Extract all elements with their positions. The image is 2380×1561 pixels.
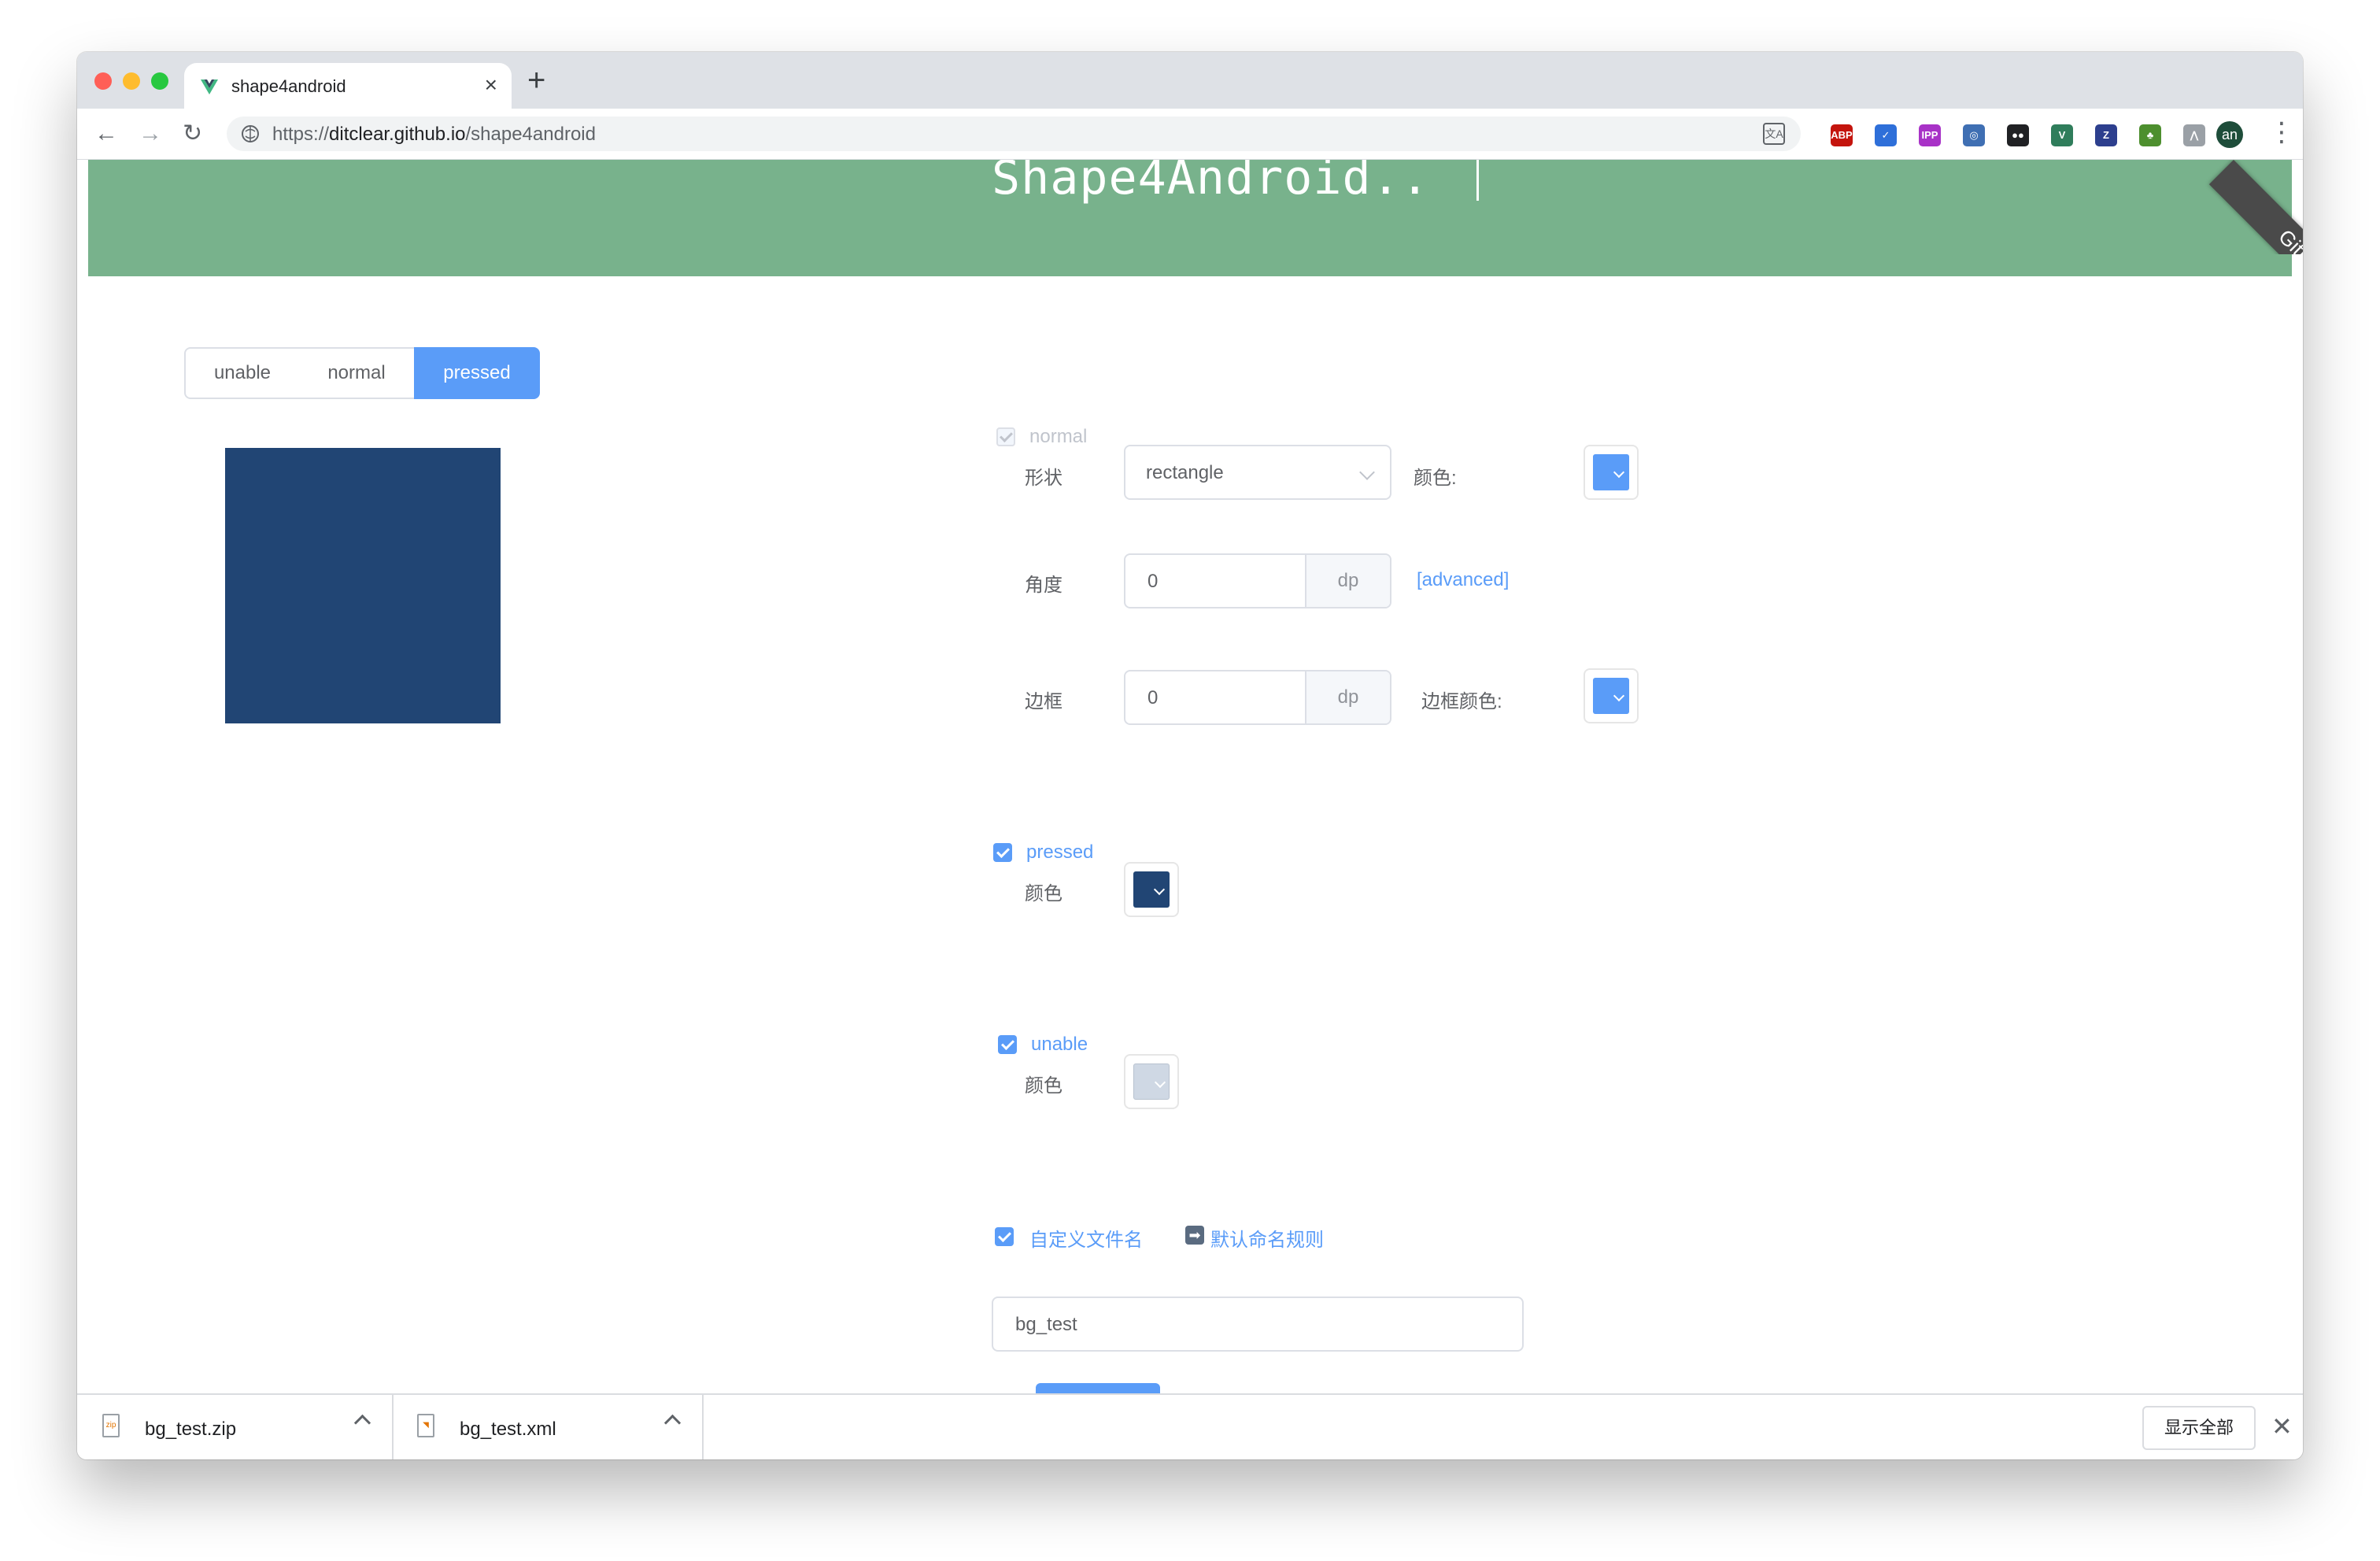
shape-preview — [225, 448, 501, 723]
unable-color-swatch — [1133, 1063, 1170, 1100]
border-color-picker[interactable] — [1584, 668, 1639, 723]
zoom-window-button[interactable] — [151, 72, 168, 90]
normal-color-picker[interactable] — [1584, 445, 1639, 500]
zip-file-icon: zip — [102, 1414, 120, 1437]
chevron-down-icon — [1153, 883, 1166, 896]
tree-icon[interactable]: ⋀ — [2183, 124, 2205, 146]
border-width-input[interactable]: 0 dp — [1124, 670, 1391, 725]
new-tab-button[interactable]: + — [527, 63, 545, 98]
pocket-icon[interactable]: ✓ — [1875, 124, 1897, 146]
border-width-unit: dp — [1305, 671, 1390, 723]
angle-input[interactable]: 0 dp — [1124, 553, 1391, 608]
tab-pressed[interactable]: pressed — [414, 347, 540, 399]
download-filename: bg_test.xml — [460, 1419, 556, 1440]
github-ribbon-label[interactable]: GitHub — [2208, 160, 2303, 254]
browser-menu-icon[interactable]: ⋮ — [2268, 117, 2295, 148]
mask-icon[interactable]: ●● — [2007, 124, 2029, 146]
unable-color-label: 颜色 — [1025, 1075, 1062, 1097]
pressed-checkbox[interactable] — [993, 843, 1012, 862]
pressed-color-picker[interactable] — [1124, 862, 1179, 917]
vue-favicon-icon — [201, 80, 218, 94]
filename-value: bg_test — [1015, 1314, 1077, 1335]
normal-checkbox-label: normal — [1029, 426, 1088, 447]
chevron-down-icon — [1359, 464, 1375, 480]
typing-cursor — [1476, 160, 1479, 201]
angle-label: 角度 — [1025, 575, 1062, 596]
color-label: 颜色: — [1414, 468, 1457, 489]
pressed-color-label: 颜色 — [1025, 883, 1062, 904]
shape-select[interactable]: rectangle — [1124, 445, 1391, 500]
github-ribbon[interactable]: GitHub — [2202, 160, 2303, 254]
tab-strip: shape4android × + — [77, 52, 2303, 109]
border-width-value: 0 — [1148, 687, 1159, 708]
chevron-down-icon — [1613, 690, 1625, 702]
browser-toolbar: ← → ↻ https://ditclear.github.io/shape4a… — [77, 109, 2303, 160]
arrow-right-icon: ➡ — [1185, 1226, 1204, 1245]
download-item-xml[interactable]: ◥ bg_test.xml — [392, 1395, 704, 1459]
tab-shape4android[interactable]: shape4android × — [184, 63, 512, 109]
tab-title: shape4android — [231, 76, 346, 96]
tab-normal[interactable]: normal — [299, 347, 416, 399]
filename-input[interactable]: bg_test — [992, 1297, 1524, 1352]
chevron-up-icon[interactable] — [353, 1414, 371, 1432]
url-text[interactable]: https://ditclear.github.io/shape4android — [272, 124, 596, 146]
unable-checkbox[interactable] — [998, 1035, 1017, 1054]
chevron-up-icon[interactable] — [663, 1414, 682, 1432]
naming-rule-link[interactable]: 默认命名规则 — [1210, 1224, 1324, 1252]
address-bar[interactable]: https://ditclear.github.io/shape4android… — [227, 117, 1801, 151]
profile-avatar[interactable]: an — [2216, 121, 2243, 148]
shape-label: 形状 — [1025, 468, 1062, 489]
abp-icon[interactable]: ABP — [1831, 124, 1853, 146]
vue-icon[interactable]: V — [2051, 124, 2073, 146]
unable-color-picker[interactable] — [1124, 1054, 1179, 1109]
custom-filename-checkbox[interactable] — [995, 1227, 1014, 1246]
reload-icon[interactable]: ↻ — [183, 118, 202, 150]
download-item-zip[interactable]: zip bg_test.zip — [77, 1395, 394, 1459]
header-banner: Shape4Android.. — [88, 160, 2292, 276]
page-title: Shape4Android.. — [992, 160, 1430, 205]
xml-file-icon: ◥ — [417, 1414, 434, 1437]
translate-icon[interactable]: 文A — [1763, 123, 1785, 145]
close-window-button[interactable] — [94, 72, 112, 90]
zotero-icon[interactable]: Z — [2095, 124, 2117, 146]
globe-icon[interactable]: ◎ — [1963, 124, 1985, 146]
pressed-color-swatch — [1133, 871, 1170, 908]
chevron-down-icon — [1154, 1076, 1166, 1089]
download-shelf: zip bg_test.zip ◥ bg_test.xml 显示全部 ✕ — [77, 1393, 2303, 1459]
custom-filename-label: 自定义文件名 — [1029, 1230, 1143, 1251]
back-arrow-icon[interactable]: ← — [94, 118, 118, 150]
ipp-icon[interactable]: IPP — [1919, 124, 1941, 146]
tab-unable[interactable]: unable — [184, 347, 301, 399]
border-label: 边框 — [1025, 691, 1062, 712]
forward-arrow-icon[interactable]: → — [139, 118, 162, 150]
border-color-label: 边框颜色: — [1421, 691, 1502, 712]
tab-close-icon[interactable]: × — [485, 72, 497, 98]
angle-value: 0 — [1148, 571, 1159, 592]
minimize-window-button[interactable] — [123, 72, 140, 90]
shape-select-value: rectangle — [1146, 462, 1224, 483]
border-color-swatch — [1593, 678, 1629, 714]
normal-checkbox[interactable] — [996, 427, 1015, 446]
download-filename: bg_test.zip — [145, 1419, 237, 1440]
show-all-downloads-button[interactable]: 显示全部 — [2142, 1406, 2256, 1450]
site-info-icon[interactable] — [241, 124, 260, 143]
browser-window: shape4android × + ← → ↻ https://ditclear… — [77, 52, 2303, 1459]
plant-icon[interactable]: ♣ — [2139, 124, 2161, 146]
close-icon[interactable]: ✕ — [2271, 1411, 2293, 1442]
angle-unit: dp — [1305, 555, 1390, 607]
pressed-checkbox-label: pressed — [1026, 842, 1094, 863]
page-viewport: Shape4Android.. GitHub unable normal pre… — [77, 160, 2303, 1446]
normal-color-swatch — [1593, 454, 1629, 490]
advanced-link[interactable]: [advanced] — [1417, 569, 1509, 591]
unable-checkbox-label: unable — [1031, 1034, 1088, 1055]
chevron-down-icon — [1613, 466, 1625, 479]
